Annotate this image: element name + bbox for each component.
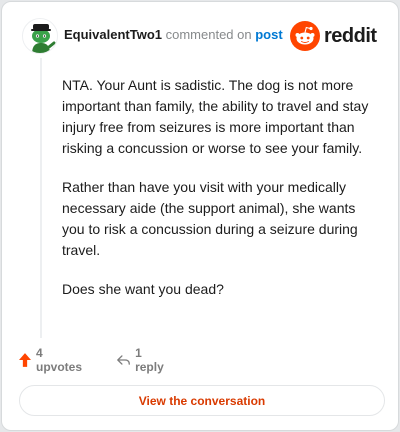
comment-paragraph-1: NTA. Your Aunt is sadistic. The dog is n… <box>62 77 369 156</box>
thread-line <box>40 58 42 338</box>
reddit-logo[interactable]: reddit <box>290 18 382 54</box>
upvote-count: 4 upvotes <box>36 346 83 374</box>
comment-card: EquivalentTwo1 commented on post reddit … <box>1 1 399 431</box>
reply-count: 1 reply <box>135 346 164 374</box>
upvote-button[interactable]: 4 upvotes <box>19 346 84 374</box>
comment-meta: EquivalentTwo1 commented on post <box>64 27 283 43</box>
reddit-snoo-icon <box>290 21 320 51</box>
comment-paragraph-3: Does she want you dead? <box>62 281 224 297</box>
view-conversation-button[interactable]: View the conversation <box>19 385 385 416</box>
reply-arrow-icon <box>117 355 130 365</box>
username-link[interactable]: EquivalentTwo1 <box>64 27 162 42</box>
reply-button[interactable]: 1 reply <box>117 346 167 374</box>
reddit-wordmark: reddit <box>324 25 377 47</box>
comment-body: NTA. Your Aunt is sadistic. The dog is n… <box>62 75 374 318</box>
post-link[interactable]: post <box>255 27 282 42</box>
commented-on-text: commented on <box>162 27 256 42</box>
comment-paragraph-2: Rather than have you visit with your med… <box>62 179 358 258</box>
user-avatar[interactable] <box>22 18 58 54</box>
snoo-avatar-icon <box>23 19 57 53</box>
comment-header: EquivalentTwo1 commented on post reddit <box>22 18 382 54</box>
upvote-arrow-icon <box>19 353 31 367</box>
